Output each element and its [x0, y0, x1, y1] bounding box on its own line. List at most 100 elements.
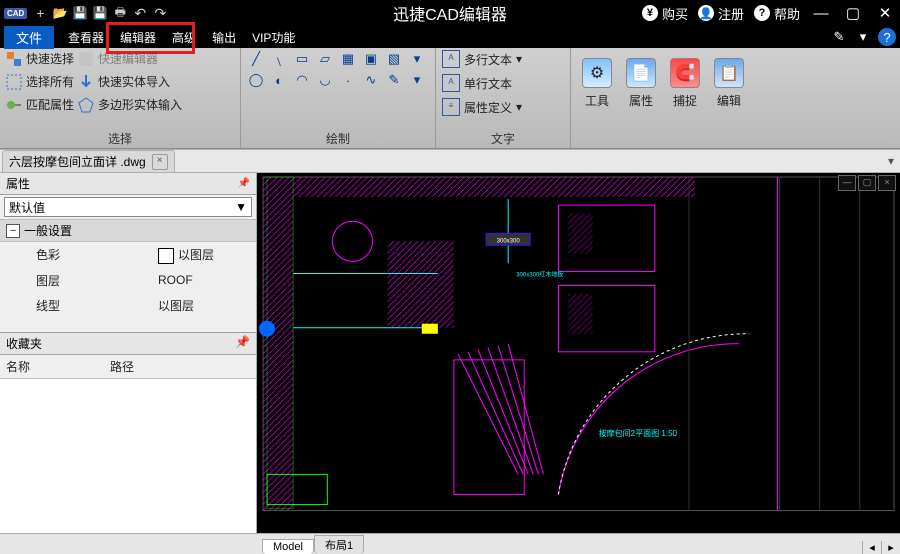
properties-section-label: 一般设置 [24, 222, 72, 239]
block-icon[interactable]: ▣ [362, 50, 380, 68]
favorites-body[interactable] [0, 378, 256, 533]
buy-button[interactable]: ¥ 购买 [642, 4, 688, 23]
prop-val-layer[interactable]: ROOF [152, 268, 256, 293]
menu-viewer[interactable]: 查看器 [60, 27, 112, 48]
rect2-icon[interactable]: ▱ [316, 50, 334, 68]
snap-icon: 🧲 [670, 58, 700, 88]
ellipse-icon[interactable]: ◐ [270, 71, 288, 89]
menu-editor[interactable]: 编辑器 [112, 27, 164, 48]
canvas-wrap: 300x300 300x300红木地板 按摩包间2平面图 1:50 — ▢ × [257, 173, 900, 533]
undo-icon[interactable] [131, 4, 149, 22]
document-tab-strip: 六层按摩包间立面详 .dwg × ▾ [0, 149, 900, 173]
close-button[interactable]: ✕ [874, 4, 896, 22]
register-button[interactable]: 👤 注册 [698, 4, 744, 23]
favorites-columns: 名称 路径 [0, 355, 256, 378]
scroll-left-icon[interactable]: ◂ [862, 541, 881, 554]
snap-button[interactable]: 🧲 捕捉 [665, 56, 705, 109]
save-icon[interactable] [71, 4, 89, 22]
attr-def-label: 属性定义 [464, 99, 512, 116]
point-icon[interactable]: · [339, 71, 357, 89]
polygon-input[interactable]: 多边形实体输入 [78, 96, 182, 113]
help-button[interactable]: ? 帮助 [754, 4, 800, 23]
arc-icon[interactable]: ◠ [293, 71, 311, 89]
array-icon[interactable]: ▦ [339, 50, 357, 68]
prop-key-layer: 图层 [0, 268, 152, 293]
app-title: 迅捷CAD编辑器 [393, 1, 507, 25]
more-row1-icon[interactable]: ▾ [408, 50, 426, 68]
tools-icon: ⚙ [582, 58, 612, 88]
menu-output[interactable]: 输出 [204, 27, 244, 48]
print-icon[interactable] [111, 4, 129, 22]
maximize-button[interactable]: ▢ [842, 4, 864, 22]
polygon-input-label: 多边形实体输入 [98, 96, 182, 113]
more-row2-icon[interactable]: ▾ [408, 71, 426, 89]
select-all[interactable]: 选择所有 [6, 73, 74, 90]
canvas-annotation: 按摩包间2平面图 1:50 [599, 428, 678, 438]
attributes-button[interactable]: 📄 属性 [621, 56, 661, 109]
dropdown-icon[interactable]: ▾ [854, 28, 872, 46]
hatch-icon[interactable]: ▧ [385, 50, 403, 68]
ribbon-group-select: 快速选择 选择所有 匹配属性 快速编辑器 快速实体导入 [0, 48, 241, 148]
document-tab-dropdown[interactable]: ▾ [882, 150, 900, 172]
pin-icon[interactable]: 📌 [235, 335, 250, 352]
menu-vip[interactable]: VIP功能 [244, 27, 303, 48]
attributes-label: 属性 [629, 92, 653, 109]
pin-icon[interactable]: 📌 [238, 178, 250, 189]
match-props-label: 匹配属性 [26, 96, 74, 113]
pen-icon[interactable]: ✎ [385, 71, 403, 89]
table-row[interactable]: 线型 以图层 [0, 293, 256, 318]
spline-icon[interactable]: ∿ [362, 71, 380, 89]
redo-icon[interactable] [151, 4, 169, 22]
prop-val-color[interactable]: 以图层 [152, 242, 256, 268]
circle-icon[interactable]: ◯ [247, 71, 265, 89]
viewport-close-icon[interactable]: × [878, 175, 896, 191]
edit-label: 编辑 [717, 92, 741, 109]
line-icon[interactable]: ╱ [247, 50, 265, 68]
minimize-button[interactable]: — [810, 5, 832, 22]
menu-advanced[interactable]: 高级 [164, 27, 204, 48]
menu-file[interactable]: 文件 [4, 26, 54, 49]
tools-button[interactable]: ⚙ 工具 [577, 56, 617, 109]
edit-button[interactable]: 📋 编辑 [709, 56, 749, 109]
document-tab-close-icon[interactable]: × [152, 154, 168, 170]
quick-import[interactable]: 快速实体导入 [78, 73, 182, 90]
stext-icon: A [442, 74, 460, 92]
title-bar: CAD 迅捷CAD编辑器 ¥ 购买 👤 注册 ? 帮助 — ▢ ✕ [0, 0, 900, 26]
yuan-icon: ¥ [642, 5, 658, 21]
viewport-min-icon[interactable]: — [838, 175, 856, 191]
document-tab[interactable]: 六层按摩包间立面详 .dwg × [2, 150, 175, 172]
table-row[interactable]: 色彩 以图层 [0, 242, 256, 268]
register-label: 注册 [718, 4, 744, 23]
properties-dropdown[interactable]: 默认值 ▼ [4, 197, 252, 217]
open-icon[interactable] [51, 4, 69, 22]
new-icon[interactable] [31, 4, 49, 22]
match-props[interactable]: 匹配属性 [6, 96, 74, 113]
tab-layout[interactable]: 布局1 [314, 535, 364, 554]
arc2-icon[interactable]: ◡ [316, 71, 334, 89]
saveas-icon[interactable] [91, 4, 109, 22]
select-all-icon [6, 74, 22, 90]
properties-panel-title: 属性 📌 [0, 173, 256, 195]
drawing-canvas[interactable]: 300x300 300x300红木地板 按摩包间2平面图 1:50 — ▢ × [257, 173, 900, 533]
favorites-col-name: 名称 [6, 358, 30, 375]
quick-select-icon [6, 51, 22, 67]
edit-icon: 📋 [714, 58, 744, 88]
properties-section-general[interactable]: – 一般设置 [0, 219, 256, 242]
collapse-icon[interactable]: – [6, 224, 20, 238]
rect-icon[interactable]: ▭ [293, 50, 311, 68]
polyline-icon[interactable]: ﹨ [270, 50, 288, 68]
quick-access-toolbar [31, 4, 169, 22]
properties-table: 色彩 以图层 图层 ROOF 线型 以图层 [0, 242, 256, 318]
help-round-icon[interactable]: ? [878, 28, 896, 46]
quick-select[interactable]: 快速选择 [6, 50, 74, 67]
table-row[interactable]: 图层 ROOF [0, 268, 256, 293]
scroll-right-icon[interactable]: ▸ [881, 541, 900, 554]
multiline-text[interactable]: A多行文本▾ [442, 50, 522, 68]
snap-label: 捕捉 [673, 92, 697, 109]
pencil-icon[interactable]: ✎ [830, 28, 848, 46]
prop-val-linetype[interactable]: 以图层 [152, 293, 256, 318]
attr-def[interactable]: ≡属性定义▾ [442, 98, 522, 116]
singleline-text[interactable]: A单行文本 [442, 74, 522, 92]
tab-model[interactable]: Model [262, 539, 314, 554]
viewport-max-icon[interactable]: ▢ [858, 175, 876, 191]
